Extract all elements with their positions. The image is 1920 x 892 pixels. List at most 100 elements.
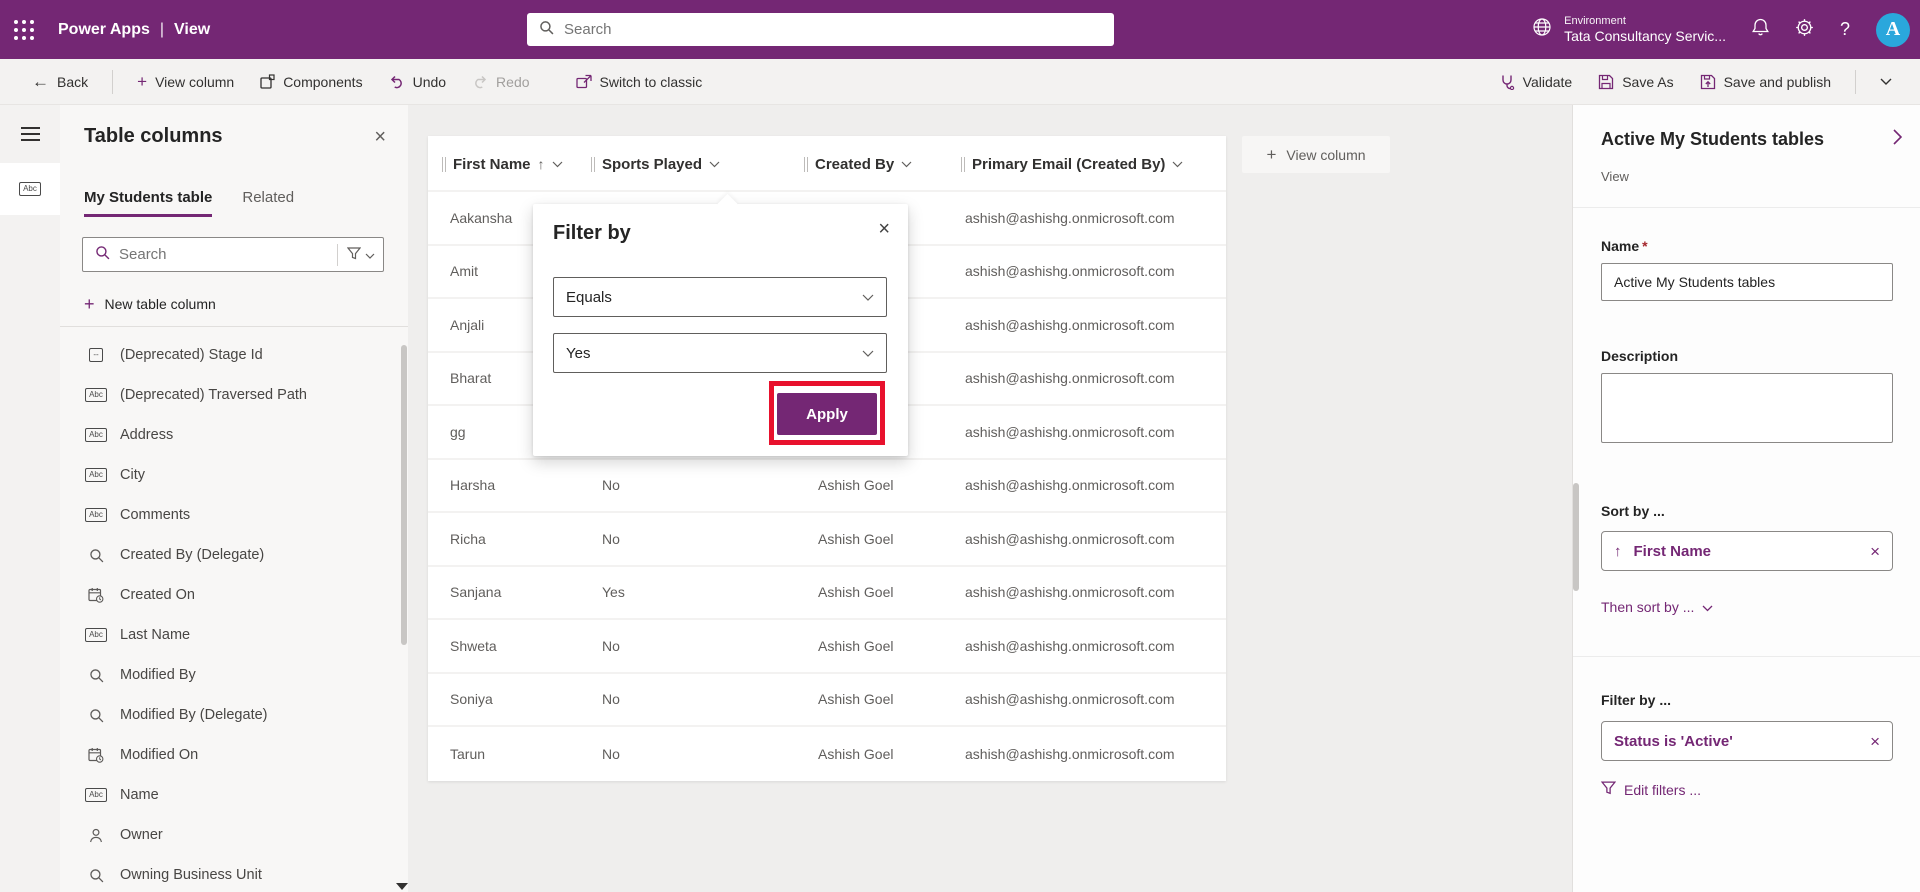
validate-button[interactable]: Validate <box>1489 68 1583 96</box>
grid-row[interactable]: Harsha No Ashish Goel ashish@ashishg.onmicr… <box>428 459 1226 513</box>
view-description-textarea[interactable] <box>1601 373 1893 443</box>
view-name-input[interactable] <box>1601 263 1893 301</box>
close-icon: × <box>1870 541 1880 561</box>
components-command[interactable]: Components <box>250 68 372 96</box>
column-list-item[interactable]: Abc Comments <box>60 495 400 535</box>
sort-chip[interactable]: ↑ First Name × <box>1601 531 1893 571</box>
redo-button[interactable]: Redo <box>462 68 539 96</box>
grid-row[interactable]: Richa No Ashish Goel ashish@ashishg.onmicro… <box>428 513 1226 567</box>
chevron-down-icon[interactable] <box>901 161 912 168</box>
columns-search-input[interactable] <box>119 246 328 263</box>
chevron-down-icon[interactable] <box>709 161 720 168</box>
drag-handle-icon[interactable] <box>961 156 965 172</box>
more-commands-button[interactable] <box>1870 72 1902 91</box>
then-sort-by-link[interactable]: Then sort by ... <box>1601 599 1713 615</box>
cell-primary-email: ashish@ashishg.onmicrosoft.com <box>965 745 1175 762</box>
filter-chip[interactable]: Status is 'Active' × <box>1601 721 1893 761</box>
sort-ascending-icon: ↑ <box>537 156 545 172</box>
new-table-column-button[interactable]: + New table column <box>84 295 216 313</box>
user-avatar[interactable]: A <box>1876 12 1910 47</box>
search-divider <box>337 243 338 266</box>
column-header-primary-email[interactable]: Primary Email (Created By) <box>961 136 1183 192</box>
settings-button[interactable] <box>1795 18 1814 42</box>
rail-menu-button[interactable] <box>0 113 60 155</box>
cell-primary-email: ashish@ashishg.onmicrosoft.com <box>965 530 1175 547</box>
grid-row[interactable]: Soniya No Ashish Goel ashish@ashishg.onmicr… <box>428 673 1226 727</box>
remove-sort-button[interactable]: × <box>1870 543 1880 560</box>
dialog-title: Filter by <box>553 222 631 244</box>
columns-scrollbar-thumb[interactable] <box>401 345 407 645</box>
column-list-item[interactable]: Created On <box>60 575 400 615</box>
components-icon <box>260 74 275 89</box>
column-list-item[interactable]: Modified By <box>60 655 400 695</box>
column-list-item-label: City <box>120 467 145 483</box>
filter-value-select[interactable]: Yes <box>553 333 887 373</box>
column-list-item[interactable]: Abc Last Name <box>60 615 400 655</box>
left-rail: Abc <box>0 105 60 892</box>
column-list-item[interactable]: Abc Address <box>60 415 400 455</box>
save-as-button[interactable]: Save As <box>1588 68 1683 96</box>
tab-my-students-table[interactable]: My Students table <box>84 189 213 217</box>
panel-divider <box>60 326 408 327</box>
global-search-input[interactable] <box>564 21 1102 38</box>
column-list-item[interactable]: Abc City <box>60 455 400 495</box>
panel-collapse-button[interactable] <box>1893 129 1903 148</box>
drag-handle-icon[interactable] <box>804 156 808 172</box>
waffle-menu-button[interactable] <box>0 0 48 59</box>
back-arrow-icon: ← <box>32 72 49 91</box>
chevron-down-icon[interactable] <box>1172 161 1183 168</box>
app-name: Power Apps <box>58 20 150 38</box>
save-and-publish-button[interactable]: Save and publish <box>1690 68 1841 96</box>
column-list-item[interactable]: Abc Name <box>60 775 400 815</box>
grid-header-row: First Name ↑ Sports Played Created By Primar… <box>428 136 1226 192</box>
back-button[interactable]: ← Back <box>22 67 98 96</box>
environment-picker[interactable]: Environment Tata Consultancy Servic... <box>1532 15 1726 45</box>
cell-primary-email: ashish@ashishg.onmicrosoft.com <box>965 637 1175 654</box>
column-header-label: Created By <box>815 155 895 173</box>
undo-button[interactable]: Undo <box>379 68 456 96</box>
add-view-column-button[interactable]: + View column <box>1242 136 1390 173</box>
save-as-icon <box>1598 74 1614 90</box>
columns-search-box[interactable] <box>82 237 384 272</box>
column-list-item[interactable]: Owning Business Unit <box>60 855 400 892</box>
global-search[interactable] <box>527 13 1114 46</box>
dialog-close-button[interactable]: × <box>878 219 890 239</box>
properties-scrollbar-thumb[interactable] <box>1573 483 1579 591</box>
grid-row[interactable]: Tarun No Ashish Goel ashish@ashishg.onmicro… <box>428 727 1226 781</box>
view-column-command[interactable]: + View column <box>127 66 244 98</box>
column-header-first-name[interactable]: First Name ↑ <box>442 136 563 192</box>
chevron-down-icon[interactable] <box>552 161 563 168</box>
column-header-created-by[interactable]: Created By <box>804 136 912 192</box>
properties-subtitle: View <box>1601 169 1629 184</box>
chevron-down-icon <box>365 247 375 262</box>
plus-icon: + <box>137 71 148 91</box>
sort-ascending-icon: ↑ <box>1614 542 1622 560</box>
column-list-item[interactable]: Created By (Delegate) <box>60 535 400 575</box>
cell-created-by: Ashish Goel <box>818 584 894 601</box>
column-list-item[interactable]: Abc (Deprecated) Traversed Path <box>60 375 400 415</box>
abc-text-icon: Abc <box>85 468 107 482</box>
drag-handle-icon[interactable] <box>442 156 446 172</box>
cell-primary-email: ashish@ashishg.onmicrosoft.com <box>965 263 1175 280</box>
remove-filter-button[interactable]: × <box>1870 733 1880 750</box>
filter-operator-select[interactable]: Equals <box>553 277 887 317</box>
grid-row[interactable]: Shweta No Ashish Goel ashish@ashishg.onmicr… <box>428 620 1226 674</box>
tab-related[interactable]: Related <box>242 189 294 217</box>
apply-button[interactable]: Apply <box>777 393 877 435</box>
column-list-item[interactable]: -- (Deprecated) Stage Id <box>60 335 400 375</box>
drag-handle-icon[interactable] <box>591 156 595 172</box>
rail-item-table-columns[interactable]: Abc <box>0 163 60 215</box>
edit-filters-link[interactable]: Edit filters ... <box>1600 781 1701 798</box>
column-list-item[interactable]: Modified By (Delegate) <box>60 695 400 735</box>
panel-close-button[interactable]: × <box>374 127 386 147</box>
lookup-icon <box>85 708 107 723</box>
help-button[interactable]: ? <box>1840 19 1850 40</box>
grid-row[interactable]: Sanjana Yes Ashish Goel ashish@ashishg.onmi… <box>428 566 1226 620</box>
column-list-item[interactable]: Owner <box>60 815 400 855</box>
column-header-sports-played[interactable]: Sports Played <box>591 136 720 192</box>
switch-to-classic-button[interactable]: Switch to classic <box>566 68 713 96</box>
columns-filter-button[interactable] <box>346 246 375 263</box>
notifications-button[interactable] <box>1752 18 1769 41</box>
column-list-item[interactable]: Modified On <box>60 735 400 775</box>
scroll-down-arrow[interactable] <box>396 883 408 890</box>
